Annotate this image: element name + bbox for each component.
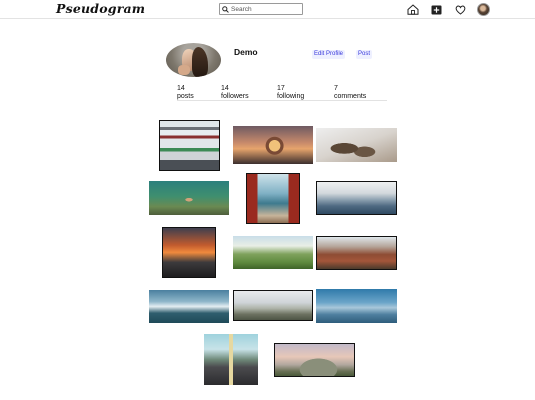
seals-on-rocks-photo[interactable] [316, 128, 397, 162]
home-icon[interactable] [406, 3, 419, 16]
orange-sunset-mountains-photo[interactable] [162, 227, 216, 278]
road-mountains-photo[interactable] [204, 334, 258, 385]
stat-posts[interactable]: 14 posts [177, 85, 194, 100]
blue-hazy-hills-photo[interactable] [316, 289, 397, 323]
top-navbar: Pseudogram [0, 0, 535, 19]
profile-username: Demo [234, 47, 258, 57]
add-post-icon[interactable] [430, 3, 443, 16]
stat-value: 7 [334, 85, 338, 92]
green-valley-sky-photo[interactable] [233, 236, 313, 269]
hill-sunset-sky-photo[interactable] [274, 343, 355, 377]
edit-profile-button[interactable]: Edit Profile [312, 50, 346, 59]
building-photo[interactable] [159, 120, 220, 171]
stat-label: followers [221, 92, 249, 100]
search-input[interactable] [231, 5, 301, 13]
stat-label: posts [177, 92, 194, 100]
stat-value: 14 [177, 85, 185, 92]
crystal-ball-sunset-photo[interactable] [233, 126, 313, 164]
profile-avatar[interactable] [477, 3, 490, 16]
stat-followers[interactable]: 14 followers [221, 85, 249, 100]
stat-comments[interactable]: 7 comments [334, 85, 366, 100]
search-icon [222, 5, 229, 13]
red-canyon-photo[interactable] [316, 236, 397, 270]
stat-value: 17 [277, 85, 285, 92]
red-doors-lake-photo[interactable] [246, 173, 300, 224]
search-box[interactable] [219, 3, 303, 15]
profile-picture [166, 43, 221, 77]
stat-label: following [277, 92, 305, 100]
post-button[interactable]: Post [356, 50, 373, 59]
underwater-fish-photo[interactable] [149, 181, 229, 215]
stat-value: 14 [221, 85, 229, 92]
heart-icon[interactable] [454, 3, 467, 16]
stat-label: comments [334, 92, 367, 100]
blue-mountains-mist-photo[interactable] [316, 181, 397, 215]
profile-stats: 14 posts 14 followers 17 following 7 com… [177, 85, 387, 101]
turquoise-lake-mountains-photo[interactable] [149, 290, 229, 323]
snowy-hills-photo[interactable] [233, 290, 313, 321]
app-logo[interactable]: Pseudogram [56, 1, 145, 16]
stat-following[interactable]: 17 following [277, 85, 304, 100]
